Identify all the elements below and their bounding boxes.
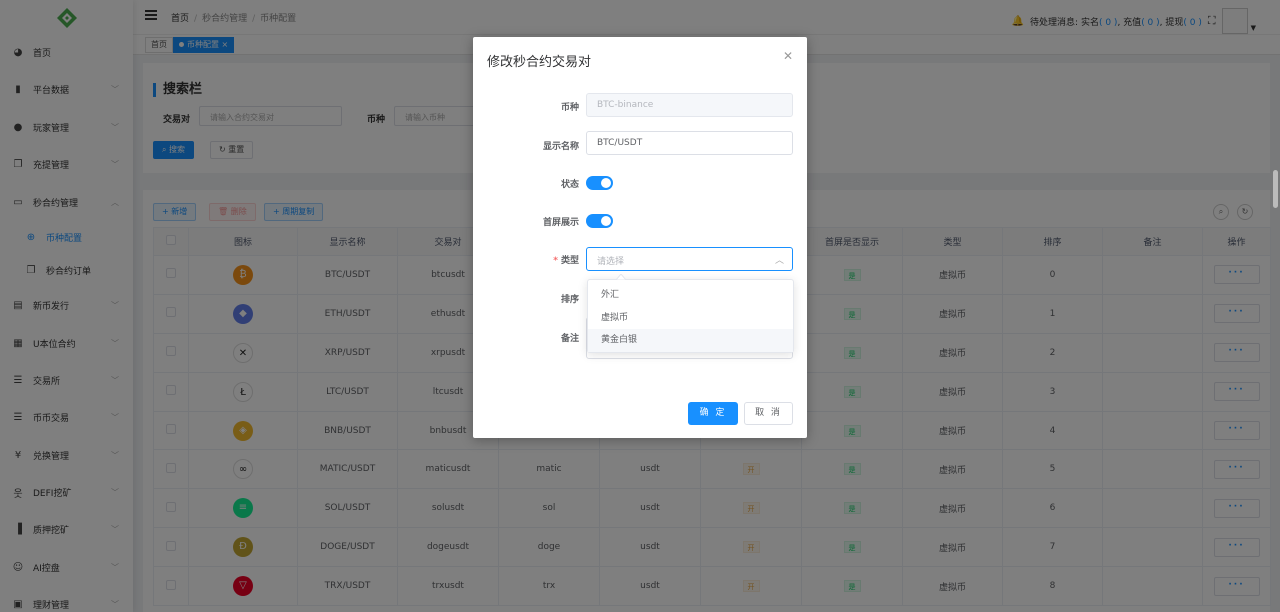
display-name-label: 显示名称 bbox=[542, 142, 579, 152]
remark-label: 备注 bbox=[560, 334, 579, 344]
chevron-up-icon: ︿ bbox=[774, 256, 784, 266]
type-option-forex[interactable]: 外汇 bbox=[588, 284, 793, 307]
status-switch[interactable] bbox=[586, 176, 613, 190]
homepage-label: 首屏展示 bbox=[542, 218, 579, 228]
status-label: 状态 bbox=[560, 180, 579, 190]
homepage-switch[interactable] bbox=[586, 214, 613, 228]
type-label: * 类型 bbox=[553, 256, 579, 266]
type-select[interactable]: 请选择 ︿ bbox=[586, 247, 793, 271]
type-dropdown: 外汇 虚拟币 黄金白银 bbox=[587, 279, 794, 353]
display-name-input[interactable]: BTC/USDT bbox=[586, 131, 793, 155]
coin-field-label: 币种 bbox=[560, 103, 579, 113]
close-icon[interactable]: ✕ bbox=[783, 49, 793, 63]
cancel-button[interactable]: 取 消 bbox=[744, 402, 793, 425]
type-option-crypto[interactable]: 虚拟币 bbox=[588, 307, 793, 330]
coin-field: BTC-binance bbox=[586, 93, 793, 117]
sort-label: 排序 bbox=[560, 295, 579, 305]
edit-pair-dialog: 修改秒合约交易对 ✕ 币种 BTC-binance 显示名称 BTC/USDT … bbox=[473, 37, 807, 438]
dialog-title: 修改秒合约交易对 bbox=[487, 55, 592, 70]
confirm-button[interactable]: 确 定 bbox=[688, 402, 738, 425]
page-scrollbar[interactable] bbox=[1273, 170, 1278, 208]
dropdown-caret bbox=[616, 274, 626, 280]
type-option-gold-silver[interactable]: 黄金白银 bbox=[588, 329, 793, 352]
